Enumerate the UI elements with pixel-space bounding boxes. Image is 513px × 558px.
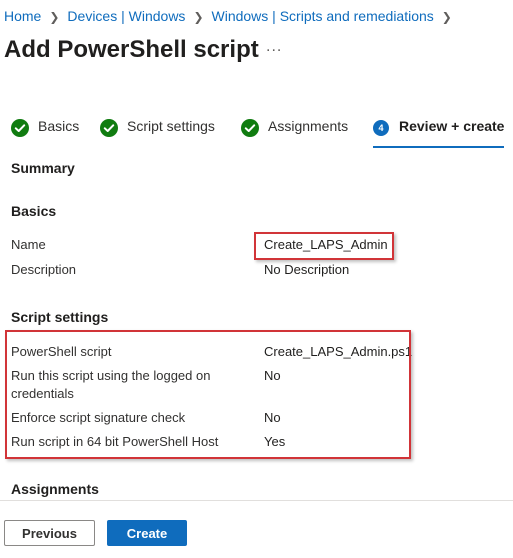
script-settings-heading: Script settings	[11, 309, 109, 325]
tab-label: Review + create	[399, 118, 505, 134]
chevron-right-icon: ❯	[193, 10, 204, 24]
check-circle-icon	[11, 119, 29, 137]
previous-button[interactable]: Previous	[4, 520, 95, 546]
assignments-heading: Assignments	[11, 481, 99, 497]
chevron-right-icon: ❯	[441, 10, 452, 24]
check-circle-icon	[100, 119, 118, 137]
tab-script-settings[interactable]: Script settings	[100, 118, 215, 148]
tab-assignments[interactable]: Assignments	[241, 118, 348, 148]
breadcrumb: Home ❯ Devices | Windows ❯ Windows | Scripts…	[4, 8, 460, 24]
tab-label: Basics	[38, 118, 80, 134]
footer-divider	[0, 500, 513, 501]
more-options-icon[interactable]: ...	[266, 38, 282, 56]
description-label: Description	[11, 262, 77, 277]
page-title: Add PowerShell script	[4, 36, 259, 63]
breadcrumb-devices-windows[interactable]: Devices | Windows	[67, 8, 185, 24]
description-value: No Description	[264, 262, 350, 277]
tab-label: Script settings	[127, 118, 215, 134]
tab-review-create[interactable]: 4 Review + create	[373, 118, 505, 148]
chevron-right-icon: ❯	[49, 10, 60, 24]
tab-basics[interactable]: Basics	[11, 118, 79, 148]
name-label: Name	[11, 237, 46, 252]
step-number-icon: 4	[373, 120, 389, 136]
breadcrumb-scripts-remediations[interactable]: Windows | Scripts and remediations	[212, 8, 434, 24]
summary-heading: Summary	[11, 160, 75, 176]
basics-heading: Basics	[11, 203, 57, 219]
name-highlight-box	[254, 232, 394, 260]
breadcrumb-home[interactable]: Home	[4, 8, 41, 24]
tab-label: Assignments	[268, 118, 349, 134]
check-circle-icon	[241, 119, 259, 137]
create-button[interactable]: Create	[107, 520, 187, 546]
wizard-tabs: Basics Script settings Assignments 4 Rev…	[0, 118, 513, 148]
script-settings-highlight-box	[5, 330, 411, 459]
